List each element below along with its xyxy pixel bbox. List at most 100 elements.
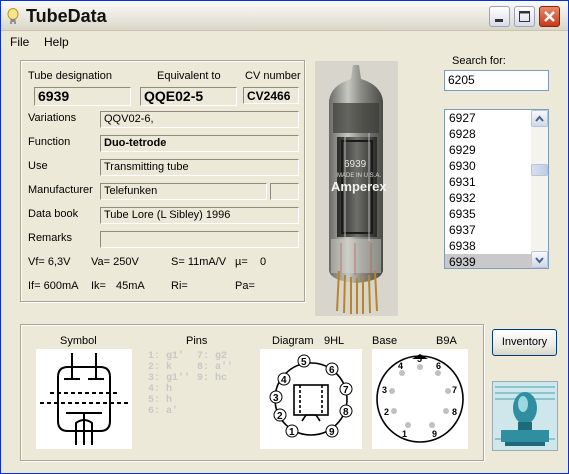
svg-text:8: 8 (343, 407, 349, 418)
svg-text:1: 1 (289, 427, 295, 438)
diagram-label: Diagram (272, 335, 314, 347)
databook-label: Data book (28, 208, 79, 220)
vf-param: Vf= 6,3V (28, 256, 71, 268)
designation-field: 6939 (34, 87, 131, 106)
list-item[interactable]: 6928 (445, 126, 532, 142)
tube-list-items: 6927 6928 6929 6930 6931 6932 6935 6937 6938 6939 (445, 110, 532, 268)
pins-col-2: 7: g2 8: a'' 9: hc (197, 351, 247, 384)
list-scrollbar[interactable] (531, 110, 548, 268)
svg-text:8: 8 (452, 407, 457, 417)
close-icon (544, 11, 555, 22)
list-item[interactable]: 6927 (445, 110, 532, 126)
use-label: Use (28, 160, 48, 172)
pin-diagram-drawing: 4 3 2 1 6 7 8 9 5 (269, 354, 353, 438)
window-title: TubeData (26, 6, 107, 26)
list-item[interactable]: 6930 (445, 158, 532, 174)
tube-logo-icon (493, 382, 557, 450)
inventory-button[interactable]: Inventory (492, 329, 557, 356)
pin-9: 9: hc (197, 373, 228, 384)
list-item[interactable]: 6937 (445, 222, 532, 238)
search-label: Search for: (452, 55, 506, 67)
pin-7: 7: g2 (197, 351, 228, 362)
maximize-button[interactable] (514, 6, 535, 27)
tube-photo: 6939 MADE IN U.S.A. Amperex (315, 61, 398, 316)
svg-text:6: 6 (329, 365, 335, 376)
equivalent-label: Equivalent to (157, 70, 221, 82)
base-diagram-drawing: 5 4 6 3 7 2 8 1 9 (376, 354, 464, 443)
pa-param: Pa= (235, 280, 255, 292)
search-input[interactable]: 6205 (444, 70, 549, 91)
designation-label: Tube designation (28, 70, 112, 82)
svg-text:6: 6 (436, 361, 441, 371)
manufacturer-extra-field (270, 183, 299, 200)
diagram-code: 9HL (324, 335, 345, 347)
maximize-icon (519, 11, 530, 22)
svg-text:4: 4 (398, 361, 403, 371)
scroll-up-button[interactable] (531, 110, 548, 127)
menu-bar: File Help (1, 32, 568, 52)
tube-symbol-drawing (40, 353, 128, 445)
if-param: If= 600mA (28, 280, 79, 292)
list-item[interactable]: 6929 (445, 142, 532, 158)
pin-diagram: 4 3 2 1 6 7 8 9 5 (260, 349, 362, 449)
close-button[interactable] (539, 6, 560, 27)
ri-param: Ri= (171, 280, 188, 292)
function-field: Duo-tetrode (100, 135, 299, 152)
ik-param: Ik= (91, 280, 106, 292)
svg-text:7: 7 (343, 385, 349, 396)
manufacturer-field: Telefunken (100, 183, 267, 200)
svg-text:3: 3 (382, 385, 387, 395)
svg-text:5: 5 (417, 354, 422, 364)
use-field: Transmitting tube (100, 159, 299, 176)
mu-value: 0 (260, 256, 267, 268)
list-item[interactable]: 6938 (445, 238, 532, 254)
pin-6: 6: a' (148, 406, 179, 417)
equivalent-field: QQE02-5 (140, 87, 237, 106)
svg-text:9: 9 (329, 427, 335, 438)
pins-col-1: 1: g1' 2: k 3: g1'' 4: h 5: h 6: a' (148, 351, 198, 417)
tube-app-icon (7, 8, 19, 24)
pin-4: 4: h (148, 384, 173, 395)
base-label: Base (372, 335, 398, 347)
cv-field: CV2466 (243, 87, 299, 104)
scroll-thumb[interactable] (531, 164, 548, 176)
symbol-label: Symbol (60, 335, 97, 347)
title-bar[interactable]: TubeData (1, 1, 568, 31)
tube-symbol (36, 349, 132, 449)
svg-text:5: 5 (301, 357, 307, 368)
chevron-down-icon (535, 257, 544, 264)
main-window: TubeData File Help Tube designation Equi… (0, 0, 569, 474)
tube-print-brand: Amperex (331, 179, 387, 194)
list-item[interactable]: 6935 (445, 206, 532, 222)
minimize-icon (495, 19, 503, 22)
menu-help[interactable]: Help (44, 35, 69, 49)
pin-2: 2: k (148, 362, 173, 373)
base-code: B9A (436, 335, 457, 347)
svg-text:1: 1 (402, 429, 407, 439)
tube-list[interactable]: 6927 6928 6929 6930 6931 6932 6935 6937 6938 6939 (444, 109, 549, 269)
function-label: Function (28, 136, 71, 148)
pin-3: 3: g1'' (148, 373, 191, 384)
list-item[interactable]: 6931 (445, 174, 532, 190)
s-param: S= 11mA/V (171, 256, 227, 268)
scroll-down-button[interactable] (531, 251, 548, 268)
pins-label: Pins (186, 335, 208, 347)
manufacturer-label: Manufacturer (28, 184, 93, 196)
pin-1: 1: g1' (148, 351, 185, 362)
minimize-button[interactable] (489, 6, 510, 27)
app-logo (492, 381, 558, 451)
pin-5: 5: h (148, 395, 173, 406)
list-item[interactable]: 6932 (445, 190, 532, 206)
menu-file[interactable]: File (10, 35, 29, 49)
svg-text:4: 4 (281, 375, 287, 386)
cv-label: CV number (245, 70, 301, 82)
list-item[interactable]: 6939 (445, 254, 532, 268)
svg-text:2: 2 (384, 407, 389, 417)
remarks-field (100, 231, 299, 248)
svg-text:9: 9 (432, 429, 437, 439)
databook-field: Tube Lore (L Sibley) 1996 (100, 207, 299, 224)
mu-param: µ= (235, 256, 248, 268)
remarks-label: Remarks (28, 232, 73, 244)
base-diagram: 5 4 6 3 7 2 8 1 9 (372, 349, 468, 449)
variations-field: QQV02-6, (100, 111, 299, 128)
